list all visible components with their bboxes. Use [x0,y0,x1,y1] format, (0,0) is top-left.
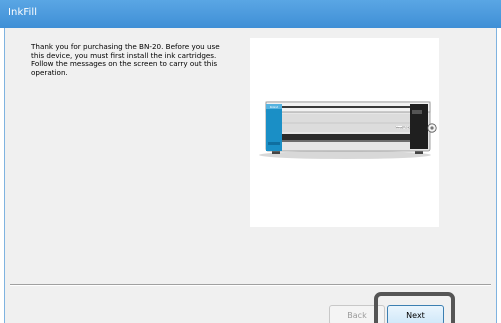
printer-brand-label: Roland [270,106,279,109]
printer-illustration: VersaSTUDIO Roland [250,38,439,227]
next-button-highlight [374,292,455,323]
footer-separator [10,284,491,286]
window-title: InkFill [8,7,38,18]
printer-model-label: VersaSTUDIO [396,127,411,130]
printer-icon: VersaSTUDIO Roland [259,101,437,159]
content-area: Thank you for purchasing the BN-20. Befo… [16,38,484,287]
inkfill-window: InkFill Thank you for purchasing the BN-… [0,0,501,323]
instruction-message: Thank you for purchasing the BN-20. Befo… [31,42,261,77]
message-line-4: operation. [31,67,68,77]
title-bar[interactable]: InkFill [0,0,501,28]
